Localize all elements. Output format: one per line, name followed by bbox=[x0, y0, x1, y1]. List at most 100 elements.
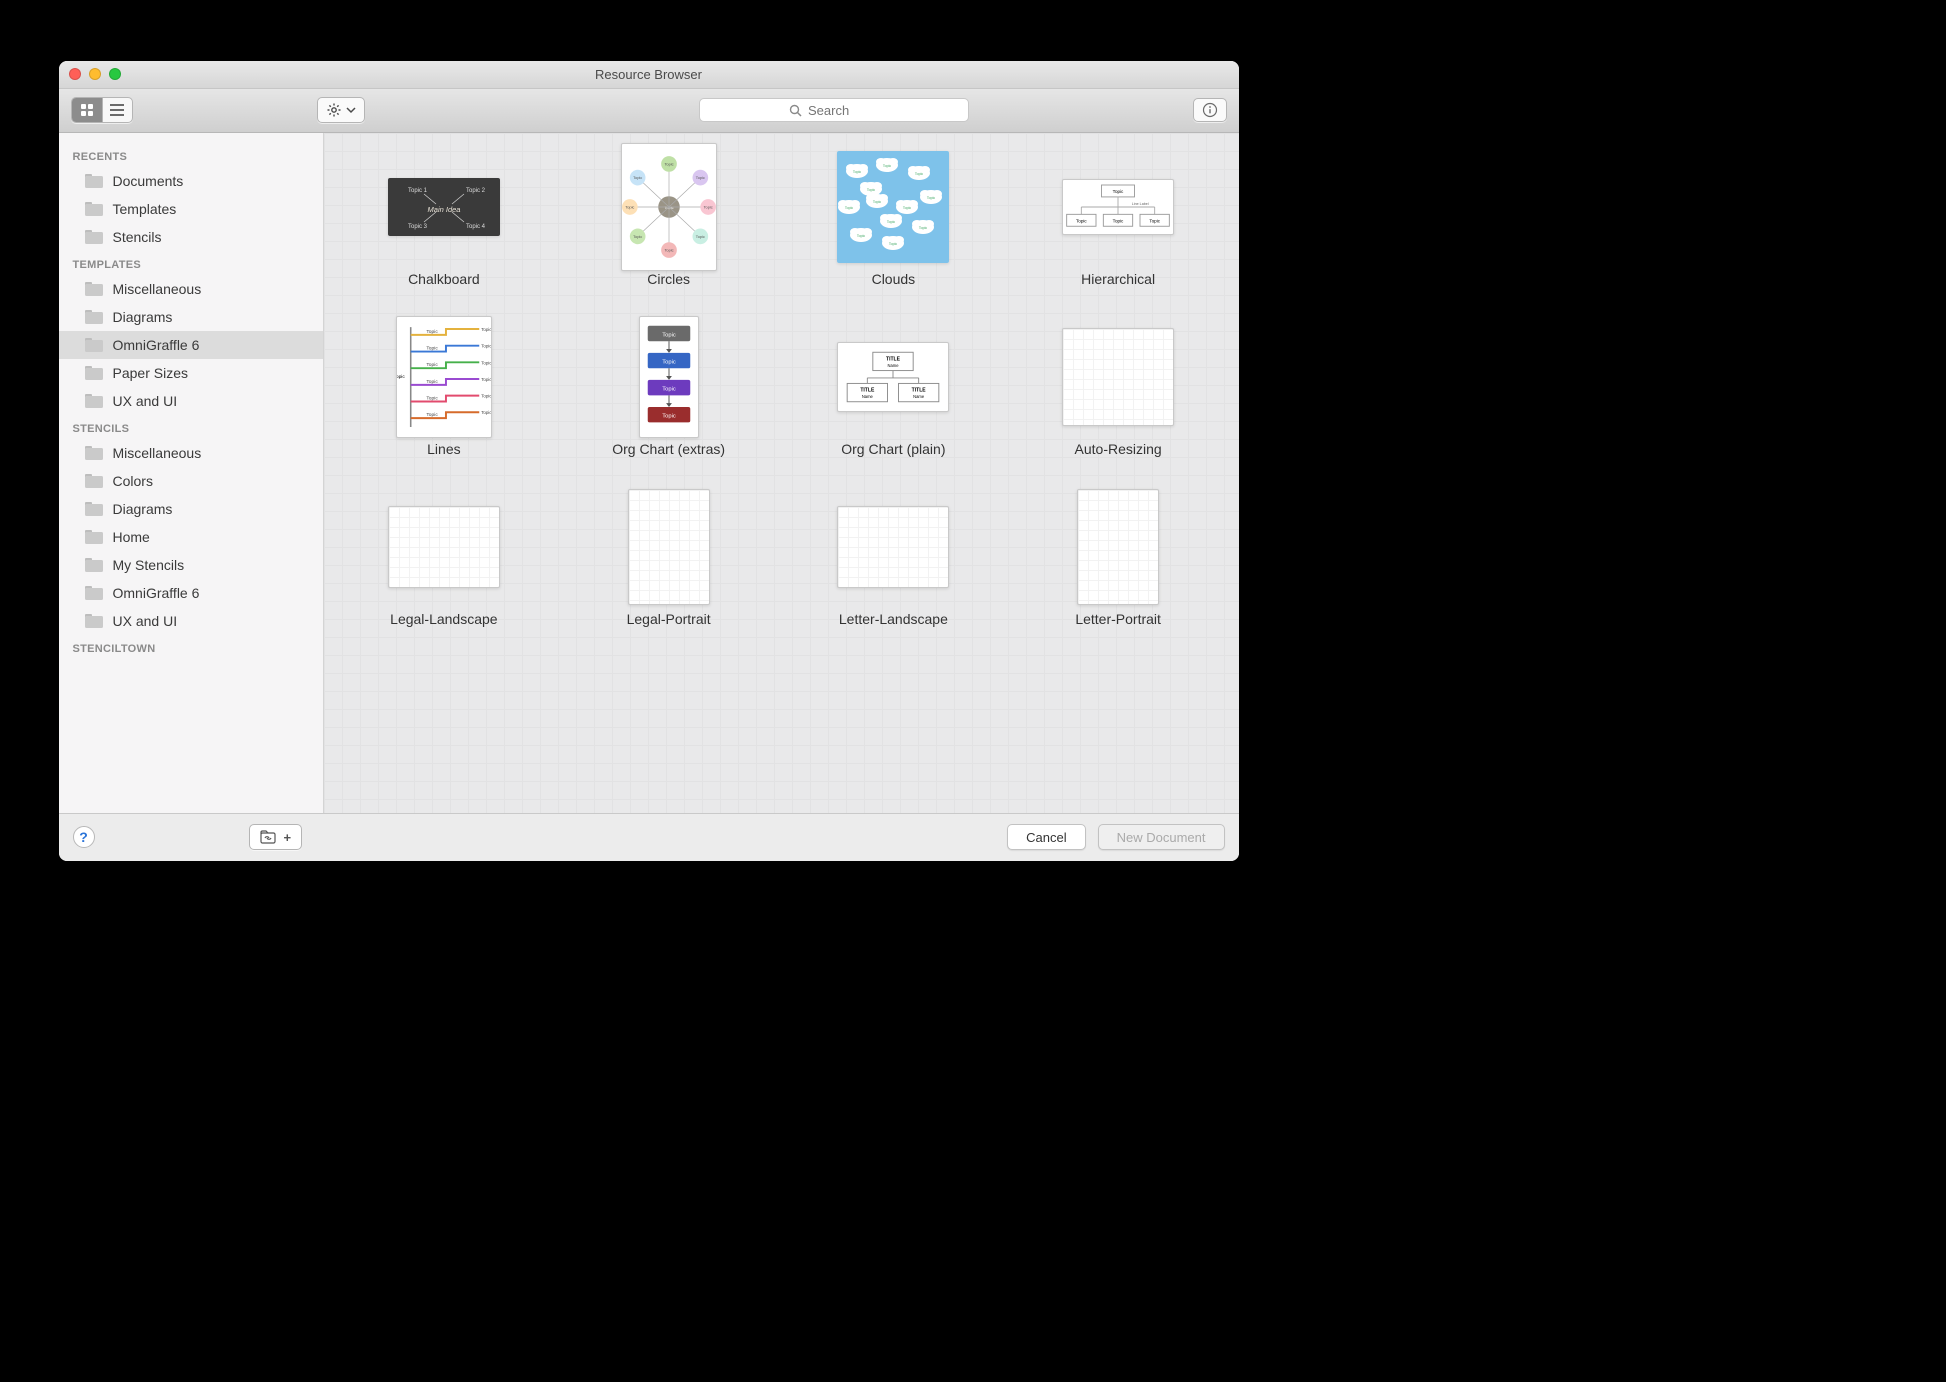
info-icon bbox=[1202, 102, 1218, 118]
sidebar-item[interactable]: Miscellaneous bbox=[59, 439, 323, 467]
footer: ? + Cancel New Document bbox=[59, 813, 1239, 861]
template-item[interactable]: Topic Line Label Topic Topic Topic Hiera… bbox=[1026, 151, 1211, 287]
svg-text:Name: Name bbox=[862, 394, 874, 399]
sidebar-item[interactable]: OmniGraffle 6 bbox=[59, 331, 323, 359]
template-label: Legal-Landscape bbox=[390, 611, 497, 627]
template-thumbnail bbox=[388, 491, 500, 603]
template-thumbnail: Topic Line Label Topic Topic Topic bbox=[1062, 151, 1174, 263]
sidebar-section-header: RECENTS bbox=[59, 143, 323, 167]
template-item[interactable]: Topic Topic Topic Topic Topic Topic Topi… bbox=[576, 151, 761, 287]
svg-text:Topic: Topic bbox=[903, 206, 911, 210]
template-thumbnail: Main Idea Topic 1 Topic 2 Topic 3 Topic … bbox=[388, 151, 500, 263]
svg-text:Name: Name bbox=[888, 362, 900, 367]
folder-icon bbox=[85, 530, 103, 544]
folder-icon bbox=[85, 586, 103, 600]
info-button[interactable] bbox=[1193, 98, 1227, 122]
svg-text:Topic: Topic bbox=[633, 175, 642, 180]
folder-icon bbox=[85, 230, 103, 244]
sidebar-item-label: Paper Sizes bbox=[113, 365, 188, 381]
toolbar bbox=[59, 89, 1239, 133]
sidebar-item-label: OmniGraffle 6 bbox=[113, 585, 200, 601]
folder-icon bbox=[85, 202, 103, 216]
template-item[interactable]: Auto-Resizing bbox=[1026, 321, 1211, 457]
svg-text:Topic: Topic bbox=[927, 196, 935, 200]
template-item[interactable]: Letter-Landscape bbox=[801, 491, 986, 627]
svg-text:TITLE: TITLE bbox=[912, 387, 927, 393]
sidebar-item[interactable]: Colors bbox=[59, 467, 323, 495]
svg-text:Topic: Topic bbox=[481, 410, 491, 415]
minimize-window-button[interactable] bbox=[89, 68, 101, 80]
template-thumbnail: TITLE Name TITLE Name TITLE Name bbox=[837, 321, 949, 433]
template-item[interactable]: Letter-Portrait bbox=[1026, 491, 1211, 627]
template-item[interactable]: Legal-Portrait bbox=[576, 491, 761, 627]
sidebar-item-label: OmniGraffle 6 bbox=[113, 337, 200, 353]
sidebar-item[interactable]: Stencils bbox=[59, 223, 323, 251]
sidebar-item[interactable]: Home bbox=[59, 523, 323, 551]
svg-text:Topic: Topic bbox=[662, 332, 676, 338]
svg-text:Topic: Topic bbox=[867, 188, 875, 192]
svg-text:Topic: Topic bbox=[887, 220, 895, 224]
template-item[interactable]: TITLE Name TITLE Name TITLE Name Org Cha… bbox=[801, 321, 986, 457]
template-label: Legal-Portrait bbox=[627, 611, 711, 627]
sidebar-item-label: Diagrams bbox=[113, 309, 173, 325]
search-input[interactable] bbox=[808, 103, 878, 118]
chevron-down-icon bbox=[346, 106, 356, 114]
svg-text:Topic: Topic bbox=[426, 378, 438, 384]
svg-text:Topic 4: Topic 4 bbox=[466, 224, 486, 230]
sidebar: RECENTSDocumentsTemplatesStencilsTEMPLAT… bbox=[59, 133, 324, 813]
svg-text:Topic: Topic bbox=[845, 206, 853, 210]
template-label: Letter-Landscape bbox=[839, 611, 948, 627]
close-window-button[interactable] bbox=[69, 68, 81, 80]
sidebar-item-label: Miscellaneous bbox=[113, 445, 202, 461]
sidebar-item[interactable]: My Stencils bbox=[59, 551, 323, 579]
sidebar-item[interactable]: Templates bbox=[59, 195, 323, 223]
template-item[interactable]: Topic Topic Topic Topic Topic Topic Topi… bbox=[352, 321, 537, 457]
zoom-window-button[interactable] bbox=[109, 68, 121, 80]
template-item[interactable]: Legal-Landscape bbox=[352, 491, 537, 627]
action-menu-button[interactable] bbox=[317, 97, 365, 123]
sidebar-item[interactable]: Diagrams bbox=[59, 303, 323, 331]
search-field[interactable] bbox=[699, 98, 969, 122]
sidebar-item[interactable]: Paper Sizes bbox=[59, 359, 323, 387]
sidebar-section-header: STENCILS bbox=[59, 415, 323, 439]
template-thumbnail: Topic Topic Topic Topic Topic Topic Topi… bbox=[613, 151, 725, 263]
folder-icon bbox=[85, 558, 103, 572]
grid-view-button[interactable] bbox=[72, 98, 102, 122]
sidebar-item[interactable]: Miscellaneous bbox=[59, 275, 323, 303]
sidebar-item-label: UX and UI bbox=[113, 393, 178, 409]
add-linked-folder-button[interactable]: + bbox=[249, 824, 303, 850]
template-grid: Main Idea Topic 1 Topic 2 Topic 3 Topic … bbox=[352, 151, 1211, 627]
sidebar-item[interactable]: Documents bbox=[59, 167, 323, 195]
sidebar-item[interactable]: UX and UI bbox=[59, 607, 323, 635]
template-item[interactable]: Topic Topic Topic Topic Topi bbox=[801, 151, 986, 287]
sidebar-item[interactable]: UX and UI bbox=[59, 387, 323, 415]
sidebar-item[interactable]: OmniGraffle 6 bbox=[59, 579, 323, 607]
new-document-button[interactable]: New Document bbox=[1098, 824, 1225, 850]
svg-text:Topic: Topic bbox=[1076, 218, 1087, 223]
cancel-button[interactable]: Cancel bbox=[1007, 824, 1085, 850]
sidebar-section-header: STENCILTOWN bbox=[59, 635, 323, 659]
svg-text:Topic: Topic bbox=[889, 242, 897, 246]
help-button[interactable]: ? bbox=[73, 826, 95, 848]
svg-text:Topic: Topic bbox=[662, 413, 676, 419]
svg-text:Topic: Topic bbox=[481, 376, 491, 381]
template-item[interactable]: Topic Topic Topic Topic Org Chart (extra… bbox=[576, 321, 761, 457]
template-label: Org Chart (plain) bbox=[841, 441, 945, 457]
list-view-button[interactable] bbox=[102, 98, 132, 122]
svg-text:Topic: Topic bbox=[853, 170, 861, 174]
svg-text:Topic: Topic bbox=[481, 326, 491, 331]
template-item[interactable]: Main Idea Topic 1 Topic 2 Topic 3 Topic … bbox=[352, 151, 537, 287]
sidebar-item-label: Diagrams bbox=[113, 501, 173, 517]
svg-text:Line Label: Line Label bbox=[1132, 202, 1149, 206]
folder-icon bbox=[85, 446, 103, 460]
svg-text:Topic: Topic bbox=[873, 200, 881, 204]
svg-text:Topic: Topic bbox=[426, 362, 438, 368]
svg-text:Topic: Topic bbox=[695, 175, 704, 180]
svg-text:Topic 2: Topic 2 bbox=[466, 188, 486, 194]
sidebar-item[interactable]: Diagrams bbox=[59, 495, 323, 523]
svg-text:Topic 3: Topic 3 bbox=[408, 224, 428, 230]
svg-text:Topic: Topic bbox=[481, 343, 491, 348]
template-thumbnail: Topic Topic Topic Topic Topi bbox=[837, 151, 949, 263]
svg-text:Topic: Topic bbox=[915, 172, 923, 176]
template-label: Org Chart (extras) bbox=[612, 441, 725, 457]
